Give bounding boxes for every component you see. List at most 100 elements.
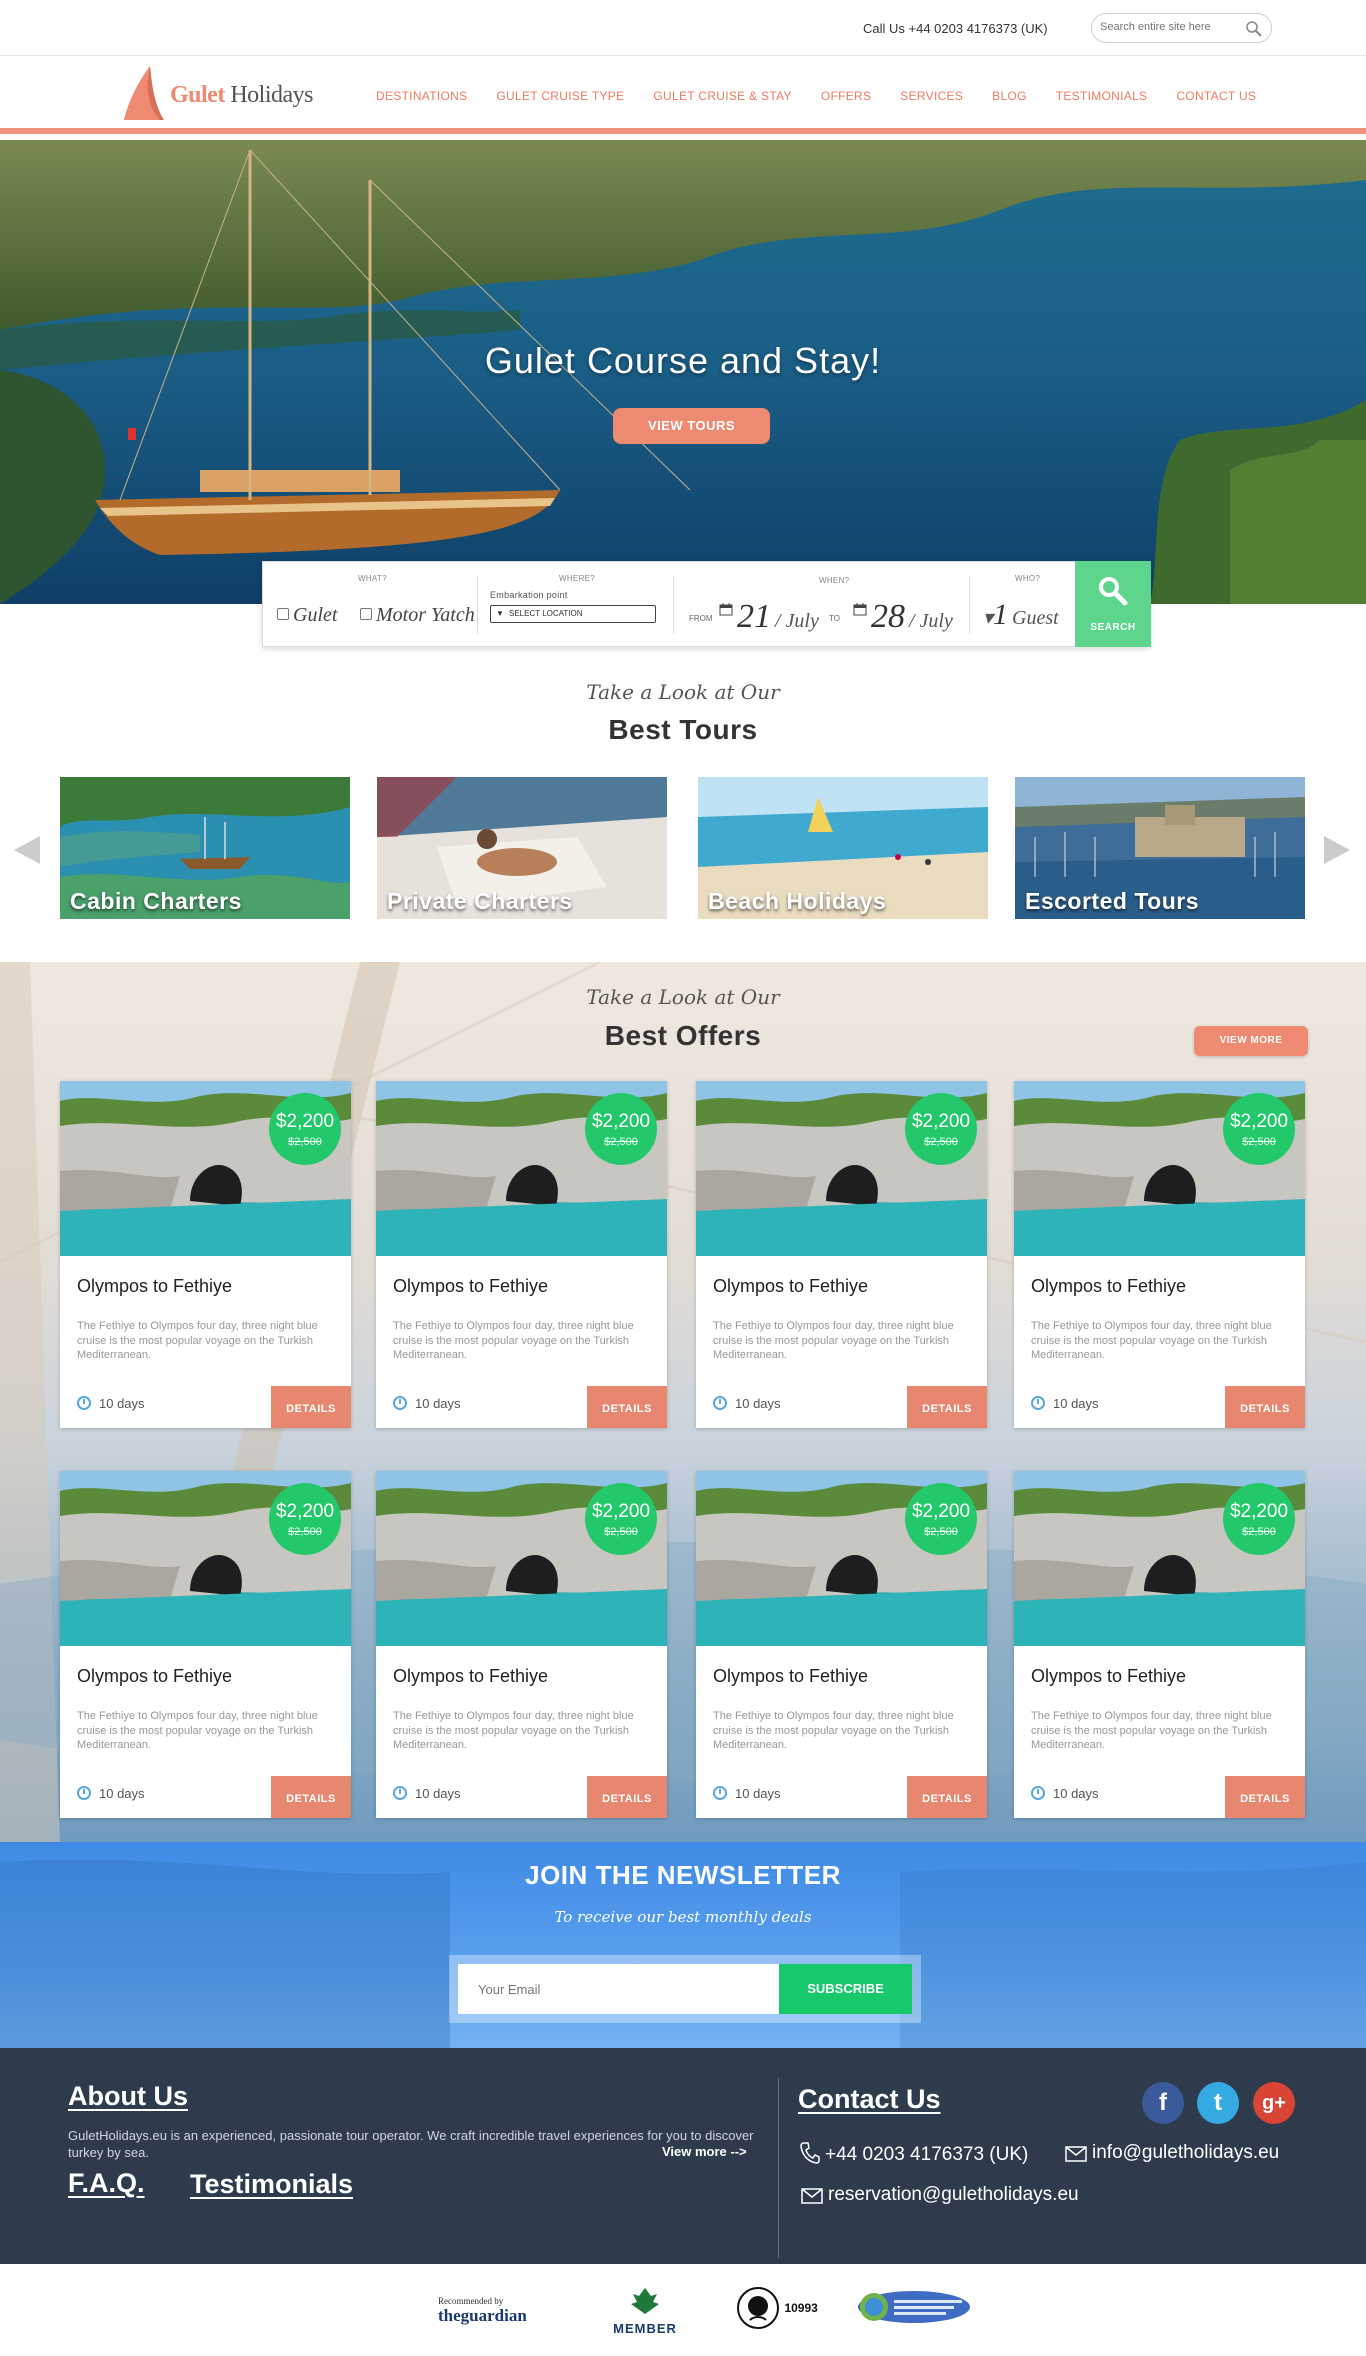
testimonials-link[interactable]: Testimonials [190, 2169, 353, 2200]
email-reservation-contact[interactable]: reservation@guletholidays.eu [801, 2184, 1079, 2206]
search-input[interactable] [1100, 21, 1240, 33]
phone-contact[interactable]: +44 0203 4176373 (UK) [800, 2142, 1028, 2166]
clock-icon [77, 1786, 91, 1800]
when-label: WHEN? [819, 576, 850, 585]
tours-script-heading: Take a Look at Our [586, 680, 780, 704]
newsletter-heading: JOIN THE NEWSLETTER [525, 1860, 841, 1890]
offer-title[interactable]: Olympos to Fethiye [77, 1666, 232, 1687]
offer-card[interactable]: $2,200 $2,500 Olympos to Fethiye The Fethiy… [376, 1471, 667, 1818]
details-button[interactable]: DETAILS [1225, 1386, 1305, 1428]
offer-duration: 10 days [1031, 1396, 1099, 1411]
offer-card[interactable]: $2,200 $2,500 Olympos to Fethiye The Fethiy… [60, 1471, 351, 1818]
contact-us-heading[interactable]: Contact Us [798, 2084, 941, 2115]
about-us-link[interactable]: About Us [68, 2081, 188, 2112]
from-date[interactable]: 21 / July [737, 598, 819, 636]
divider [969, 576, 970, 634]
offer-card[interactable]: $2,200 $2,500 Olympos to Fethiye The Fethiy… [60, 1081, 351, 1428]
offer-title[interactable]: Olympos to Fethiye [713, 1666, 868, 1687]
location-select[interactable]: SELECT LOCATION [490, 605, 656, 623]
carousel-prev-arrow-icon[interactable] [14, 836, 42, 864]
offer-title[interactable]: Olympos to Fethiye [1031, 1276, 1186, 1297]
subscribe-button[interactable]: SUBSCRIBE [779, 1964, 912, 2014]
offer-duration: 10 days [77, 1396, 145, 1411]
sustainable-travel-logo [856, 2289, 972, 2325]
details-button[interactable]: DETAILS [271, 1386, 351, 1428]
newsletter-section: JOIN THE NEWSLETTER To receive our best … [0, 1842, 1366, 2048]
price-badge: $2,200 $2,500 [1223, 1483, 1295, 1555]
logo-text: Gulet Holidays [170, 82, 314, 108]
offer-duration: 10 days [77, 1786, 145, 1801]
details-button[interactable]: DETAILS [587, 1386, 667, 1428]
email-input[interactable] [458, 1964, 779, 2014]
site-search[interactable] [1091, 13, 1272, 43]
price-badge: $2,200 $2,500 [585, 1483, 657, 1555]
atol-protected-logo: 10993 [736, 2286, 826, 2330]
view-tours-button[interactable]: VIEW TOURS [613, 408, 770, 444]
motor-yacht-option[interactable]: Motor Yatch [360, 604, 475, 627]
nav-offers[interactable]: OFFERS [821, 89, 871, 103]
motor-yacht-checkbox[interactable] [360, 608, 372, 620]
price-badge: $2,200 $2,500 [585, 1093, 657, 1165]
offer-description: The Fethiye to Olympos four day, three n… [77, 1710, 318, 1751]
facebook-icon[interactable]: f [1142, 2082, 1184, 2124]
offer-card[interactable]: $2,200 $2,500 Olympos to Fethiye The Fethiy… [376, 1081, 667, 1428]
view-more-link[interactable]: View more --> [662, 2144, 747, 2159]
details-button[interactable]: DETAILS [587, 1776, 667, 1818]
details-button[interactable]: DETAILS [907, 1776, 987, 1818]
google-plus-icon[interactable]: g+ [1253, 2082, 1295, 2124]
price-value: $2,200 [911, 1501, 971, 1522]
offer-card[interactable]: $2,200 $2,500 Olympos to Fethiye The Fethiy… [696, 1471, 987, 1818]
view-more-offers-button[interactable]: VIEW MORE [1194, 1026, 1308, 1056]
guests-select[interactable]: ▾1 Guest [983, 598, 1059, 632]
calendar-icon[interactable] [719, 602, 733, 616]
carousel-next-arrow-icon[interactable] [1322, 836, 1350, 864]
gulet-option[interactable]: Gulet [277, 604, 337, 627]
twitter-icon[interactable]: t [1197, 2082, 1239, 2124]
offer-card[interactable]: $2,200 $2,500 Olympos to Fethiye The Fethiy… [696, 1081, 987, 1428]
tour-label: Escorted Tours [1025, 888, 1199, 914]
offer-duration: 10 days [1031, 1786, 1099, 1801]
faq-link[interactable]: F.A.Q. [68, 2168, 145, 2199]
search-button[interactable]: SEARCH [1075, 561, 1151, 647]
offer-title[interactable]: Olympos to Fethiye [393, 1276, 548, 1297]
calendar-icon[interactable] [853, 602, 867, 616]
nav-blog[interactable]: BLOG [992, 89, 1027, 103]
offer-card[interactable]: $2,200 $2,500 Olympos to Fethiye The Fethiy… [1014, 1081, 1305, 1428]
old-price-value: $2,500 [1242, 1136, 1276, 1148]
divider [477, 576, 478, 634]
tour-card-beach-holidays[interactable]: Beach Holidays [698, 777, 988, 919]
tour-card-private-charters[interactable]: Private Charters [377, 777, 667, 919]
nav-testimonials[interactable]: TESTIMONIALS [1056, 89, 1148, 103]
logo[interactable]: Gulet Holidays [120, 64, 320, 124]
old-price-value: $2,500 [1242, 1526, 1276, 1538]
mail-icon [1065, 2146, 1087, 2162]
gulet-checkbox[interactable] [277, 608, 289, 620]
offer-card[interactable]: $2,200 $2,500 Olympos to Fethiye The Fethiy… [1014, 1471, 1305, 1818]
tour-label: Cabin Charters [70, 888, 242, 914]
nav-gulet-cruise-stay[interactable]: GULET CRUISE & STAY [653, 89, 791, 103]
leaf-icon [631, 2288, 659, 2314]
nav-contact-us[interactable]: CONTACT US [1176, 89, 1256, 103]
details-button[interactable]: DETAILS [271, 1776, 351, 1818]
newsletter-subheading: To receive our best monthly deals [554, 1908, 812, 1926]
offer-title[interactable]: Olympos to Fethiye [1031, 1666, 1186, 1687]
details-button[interactable]: DETAILS [907, 1386, 987, 1428]
nav-destinations[interactable]: DESTINATIONS [376, 89, 467, 103]
search-icon[interactable] [1245, 20, 1263, 38]
hero-title: Gulet Course and Stay! [484, 340, 882, 381]
nav-services[interactable]: SERVICES [900, 89, 963, 103]
tour-card-escorted-tours[interactable]: Escorted Tours [1015, 777, 1305, 919]
offer-duration: 10 days [713, 1786, 781, 1801]
offer-title[interactable]: Olympos to Fethiye [713, 1276, 868, 1297]
details-button[interactable]: DETAILS [1225, 1776, 1305, 1818]
from-label: FROM [689, 614, 713, 623]
to-date[interactable]: 28 / July [871, 598, 953, 636]
nav-gulet-cruise-type[interactable]: GULET CRUISE TYPE [496, 89, 624, 103]
offer-title[interactable]: Olympos to Fethiye [393, 1666, 548, 1687]
partner-logos: Recommended by theguardian MEMBER 10993 [0, 2264, 1366, 2356]
offer-title[interactable]: Olympos to Fethiye [77, 1276, 232, 1297]
tour-card-cabin-charters[interactable]: Cabin Charters [60, 777, 350, 919]
mail-icon [801, 2188, 823, 2204]
clock-icon [713, 1396, 727, 1410]
email-info-contact[interactable]: info@guletholidays.eu [1065, 2142, 1279, 2164]
